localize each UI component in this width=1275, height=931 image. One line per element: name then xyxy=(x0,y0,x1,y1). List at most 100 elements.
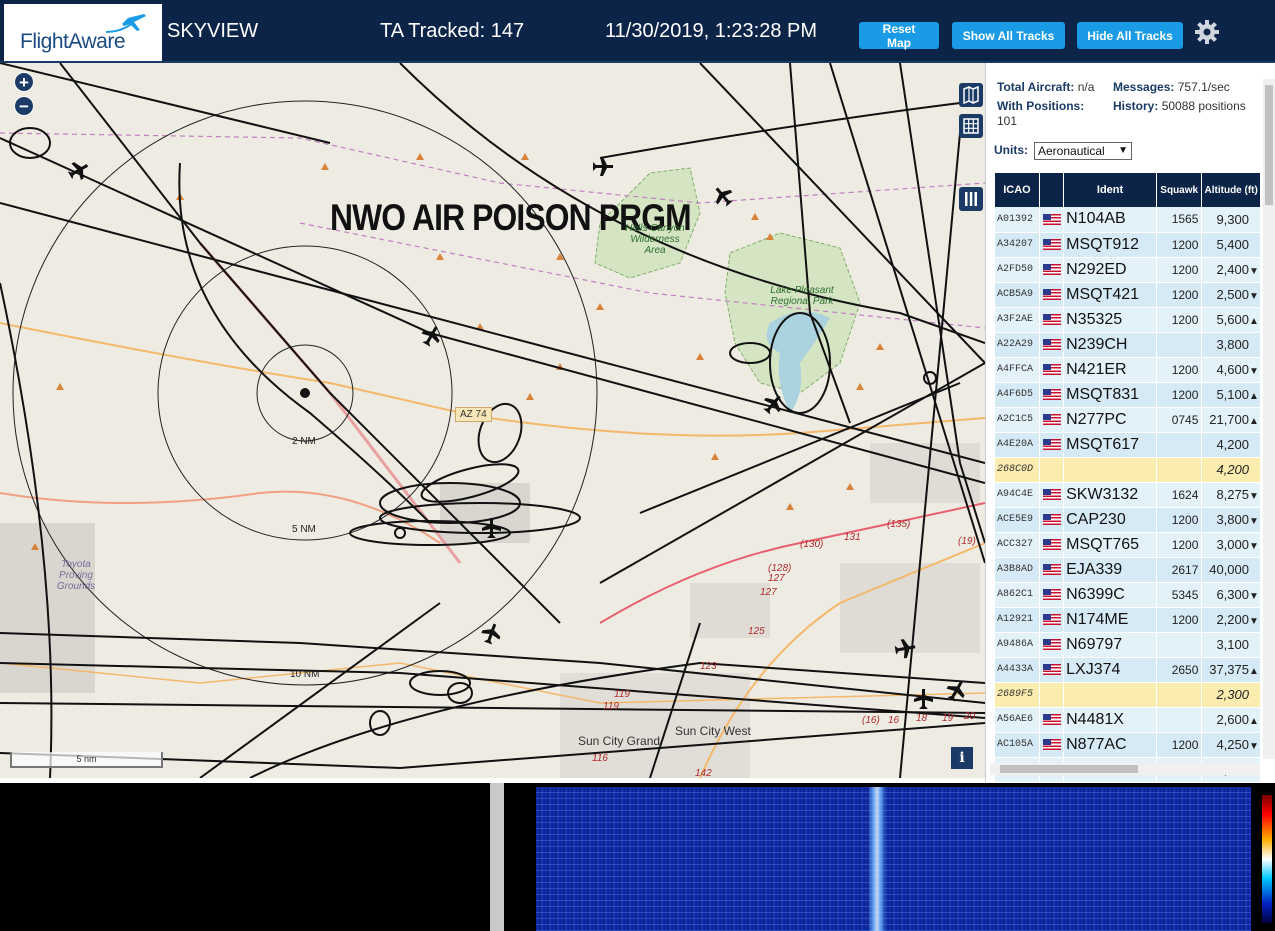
aircraft-row[interactable]: A2C1C5 N277PC 0745 21,700▲ xyxy=(995,407,1261,433)
altitude-value: 4,600 xyxy=(1216,362,1249,377)
grid-toggle-button[interactable] xyxy=(959,114,983,138)
aircraft-row[interactable]: A22A29 N239CH 3,800 xyxy=(995,332,1261,358)
column-header-flag[interactable] xyxy=(1039,173,1065,207)
squawk-cell: 1200 xyxy=(1156,507,1203,533)
range-label-10nm: 10 NM xyxy=(290,669,320,680)
altitude-value: 2,200 xyxy=(1216,612,1249,627)
squawk-cell: 1200 xyxy=(1156,382,1203,408)
reset-map-button[interactable]: Reset Map xyxy=(859,22,939,50)
us-flag-icon xyxy=(1042,438,1061,450)
ident-cell xyxy=(1063,457,1157,483)
flag-cell xyxy=(1039,607,1065,633)
altitude-value: 40,000 xyxy=(1209,562,1249,577)
panel-divider[interactable] xyxy=(490,783,504,931)
columns-toggle-button[interactable] xyxy=(959,187,983,211)
flag-cell xyxy=(1039,632,1065,658)
aircraft-row[interactable]: A4E20A MSQT617 4,200 xyxy=(995,432,1261,458)
aircraft-row[interactable]: A862C1 N6399C 5345 6,300▼ xyxy=(995,582,1261,608)
altitude-cell: 4,250▼ xyxy=(1201,732,1261,758)
flag-cell xyxy=(1039,707,1065,733)
road-number: (135) xyxy=(887,519,911,530)
altitude-cell: 5,600▲ xyxy=(1201,307,1261,333)
hide-all-tracks-button[interactable]: Hide All Tracks xyxy=(1077,22,1183,49)
logo-text: FlightAware xyxy=(20,30,126,53)
zoom-in-button[interactable]: + xyxy=(14,72,34,92)
scale-bar: 5 nm xyxy=(10,752,163,768)
aircraft-row[interactable]: A2FD50 N292ED 1200 2,400▼ xyxy=(995,257,1261,283)
tracked-count: TA Tracked: 147 xyxy=(380,20,525,42)
aircraft-row[interactable]: ACE5E9 CAP230 1200 3,800▼ xyxy=(995,507,1261,533)
column-header-ident[interactable]: Ident xyxy=(1063,173,1157,207)
altitude-value: 8,275 xyxy=(1216,487,1249,502)
column-header-icao[interactable]: ICAO xyxy=(995,173,1040,207)
show-all-tracks-button[interactable]: Show All Tracks xyxy=(952,22,1065,49)
altitude-value: 2,300 xyxy=(1216,687,1249,702)
info-button[interactable]: i xyxy=(951,747,973,769)
aircraft-row[interactable]: 268C0D 4,200 xyxy=(995,457,1261,483)
aircraft-row[interactable]: ACC327 MSQT765 1200 3,000▼ xyxy=(995,532,1261,558)
aircraft-row[interactable]: A34207 MSQT912 1200 5,400 xyxy=(995,232,1261,258)
aircraft-row[interactable]: A4433A LXJ374 2650 37,375▲ xyxy=(995,657,1261,683)
flightaware-logo[interactable]: FlightAware xyxy=(4,4,162,61)
aircraft-row[interactable]: A01392 N104AB 1565 9,300 xyxy=(995,207,1261,233)
flag-cell xyxy=(1039,307,1065,333)
us-flag-icon xyxy=(1042,213,1061,225)
aircraft-row[interactable]: A3F2AE N35325 1200 5,600▲ xyxy=(995,307,1261,333)
altitude-trend-icon: ▼ xyxy=(1249,541,1259,552)
altitude-cell: 3,800▼ xyxy=(1201,507,1261,533)
map-layers-icon xyxy=(963,85,979,105)
squawk-cell xyxy=(1156,432,1203,458)
flag-cell xyxy=(1039,582,1065,608)
aircraft-row[interactable]: 2689F5 2,300 xyxy=(995,682,1261,708)
horizontal-scrollbar-thumb[interactable] xyxy=(1000,765,1138,773)
scrollbar-thumb[interactable] xyxy=(1265,85,1273,205)
aircraft-row[interactable]: ACB5A9 MSQT421 1200 2,500▼ xyxy=(995,282,1261,308)
altitude-cell: 3,800 xyxy=(1201,332,1261,358)
map-layers-button[interactable] xyxy=(959,83,983,107)
column-header-altitude[interactable]: Altitude (ft) xyxy=(1201,173,1261,207)
aircraft-row[interactable]: A9486A N69797 3,100 xyxy=(995,632,1261,658)
column-header-squawk[interactable]: Squawk xyxy=(1156,173,1203,207)
aircraft-row[interactable]: A94C4E SKW3132 1624 8,275▼ xyxy=(995,482,1261,508)
altitude-trend-icon: ▼ xyxy=(1249,516,1259,527)
icao-cell: ACE5E9 xyxy=(995,507,1040,533)
aircraft-row[interactable]: A4FFCA N421ER 1200 4,600▼ xyxy=(995,357,1261,383)
icao-cell: A56AE6 xyxy=(995,707,1040,733)
aircraft-row[interactable]: A12921 N174ME 1200 2,200▼ xyxy=(995,607,1261,633)
icao-cell: A3F2AE xyxy=(995,307,1040,333)
zoom-out-button[interactable]: − xyxy=(14,96,34,116)
altitude-cell: 40,000 xyxy=(1201,557,1261,583)
waterfall-lines xyxy=(536,787,1251,931)
map-canvas[interactable] xyxy=(0,63,985,778)
altitude-value: 6,300 xyxy=(1216,587,1249,602)
ident-cell: N877AC xyxy=(1063,732,1157,758)
altitude-value: 9,300 xyxy=(1216,211,1249,227)
us-flag-icon xyxy=(1042,538,1061,550)
aircraft-row[interactable]: A56AE6 N4481X 2,600▲ xyxy=(995,707,1261,733)
aircraft-row[interactable]: A3B8AD EJA339 2617 40,000 xyxy=(995,557,1261,583)
ident-cell: MSQT831 xyxy=(1063,382,1157,408)
altitude-value: 2,400 xyxy=(1216,262,1249,277)
aircraft-row[interactable]: A4F6D5 MSQT831 1200 5,100▲ xyxy=(995,382,1261,408)
altitude-value: 5,100 xyxy=(1216,387,1249,402)
us-flag-icon xyxy=(1042,313,1061,325)
altitude-cell: 6,300▼ xyxy=(1201,582,1261,608)
road-number: 123 xyxy=(700,661,717,672)
squawk-cell: 1200 xyxy=(1156,232,1203,258)
road-number: 119 xyxy=(614,689,630,700)
altitude-value: 3,100 xyxy=(1216,637,1249,652)
aircraft-row[interactable]: AC105A N877AC 1200 4,250▼ xyxy=(995,732,1261,758)
us-flag-icon xyxy=(1042,588,1061,600)
road-number: 127 xyxy=(760,587,777,598)
map-view[interactable]: NWO AIR POISON PRGM 2 NM 5 NM 10 NM AZ 7… xyxy=(0,63,985,778)
icao-cell: A2C1C5 xyxy=(995,407,1040,433)
units-select[interactable]: Aeronautical ▼ xyxy=(1034,142,1132,160)
road-number: (19) xyxy=(958,536,976,547)
flag-cell xyxy=(1039,532,1065,558)
squawk-cell: 0745 xyxy=(1156,407,1203,433)
gear-icon[interactable] xyxy=(1194,19,1220,45)
us-flag-icon xyxy=(1042,513,1061,525)
icao-cell: 268C0D xyxy=(995,457,1040,483)
icao-cell: ACC327 xyxy=(995,532,1040,558)
signal-peak xyxy=(868,787,886,931)
